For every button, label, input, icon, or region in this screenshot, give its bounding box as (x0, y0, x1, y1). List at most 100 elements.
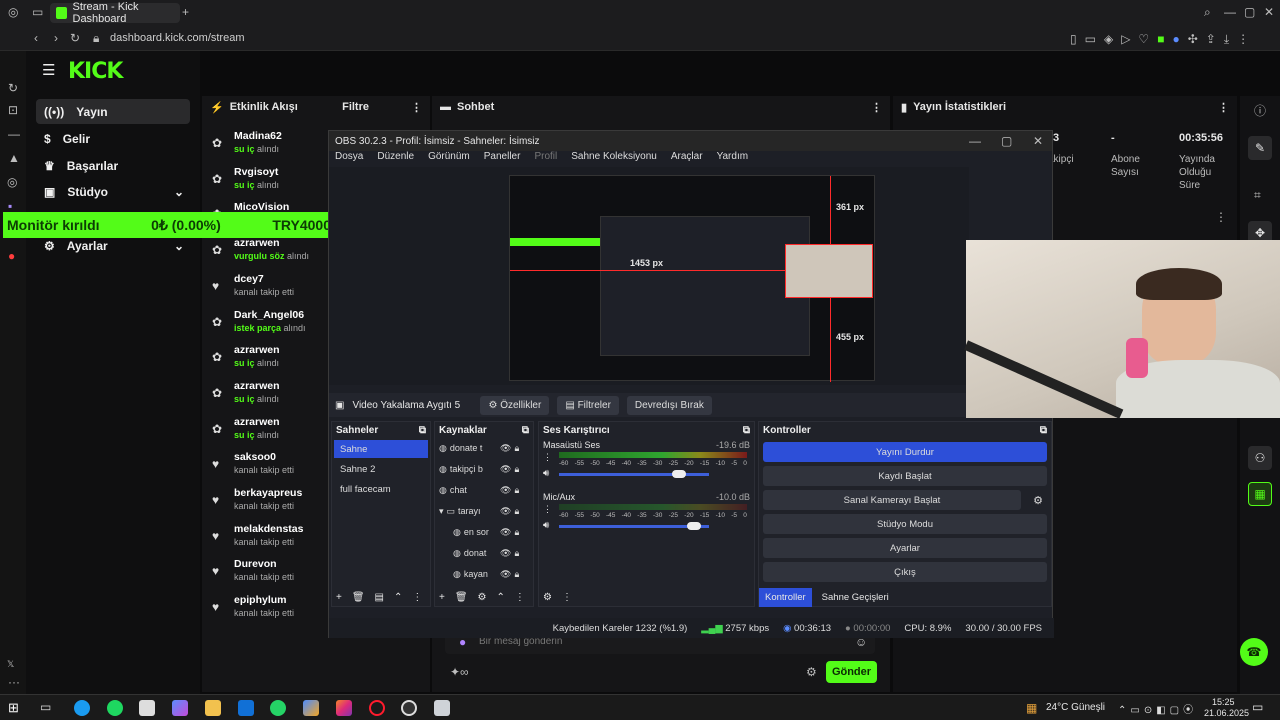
tray-icons[interactable]: ⌃▭⊙◧▢⦿ (1118, 701, 1197, 716)
source-item[interactable]: ◍ donat 👁︎ 🔒︎ (435, 543, 533, 564)
chevron-down-icon[interactable]: ▾ (439, 506, 444, 517)
activity-item[interactable]: ✿ azrarwen vurgulu söz alındı (210, 237, 330, 273)
activity-item[interactable]: ♥ Durevon kanalı takip etti (210, 558, 330, 594)
menu-dots-icon[interactable]: ⋮ (1237, 32, 1249, 46)
obs-menu-item[interactable]: Sahne Koleksiyonu (571, 151, 657, 167)
scene-item[interactable]: Sahne (334, 440, 428, 458)
clock-time[interactable]: 15:25 (1212, 697, 1235, 707)
obs-menu-item[interactable]: Görünüm (428, 151, 470, 167)
lock-icon[interactable]: 🔒︎ (514, 506, 519, 517)
edit-icon[interactable]: ✎ (1248, 136, 1272, 160)
gear-icon[interactable]: ⚙ (478, 592, 487, 603)
scene-item[interactable]: Sahne 2 (334, 460, 428, 478)
url-field[interactable]: dashboard.kick.com/stream (110, 32, 245, 44)
lock-icon[interactable]: 🔒︎ (514, 485, 519, 496)
play-icon[interactable]: ▷ (1121, 32, 1130, 46)
forward-icon[interactable]: › (54, 31, 58, 45)
lock-icon[interactable]: 🔒︎ (514, 569, 519, 580)
more-options-icon[interactable]: ⋮ (1215, 210, 1227, 224)
source-item[interactable]: ◍ kayan 👁︎ 🔒︎ (435, 564, 533, 585)
activity-item[interactable]: ♥ epiphylum kanalı takip etti (210, 594, 330, 630)
chat-tools-icon[interactable]: ✦∞ (450, 665, 469, 679)
minimize-icon[interactable]: — (969, 134, 981, 148)
eye-icon[interactable]: 👁︎ (500, 548, 511, 559)
activity-item[interactable]: ♥ melakdenstas kanalı takip etti (210, 523, 330, 559)
obs-taskbar-icon[interactable] (401, 700, 417, 716)
sidebar-item-basarilar[interactable]: ♛ Başarılar (36, 153, 190, 178)
sidebar-item-studyo[interactable]: ▣ Stüdyo ⌄ (36, 179, 190, 204)
deactivate-button[interactable]: Devredışı Bırak (626, 395, 712, 415)
store-icon[interactable] (139, 700, 155, 716)
eye-icon[interactable]: 👁︎ (500, 443, 511, 454)
reload-icon[interactable]: ↻ (70, 31, 80, 45)
volume-slider[interactable] (559, 522, 709, 530)
close-icon[interactable]: ✕ (1033, 134, 1043, 148)
extension-icon[interactable]: ● (1172, 32, 1179, 46)
volume-slider-handle[interactable] (672, 470, 686, 478)
volume-slider-handle[interactable] (687, 522, 701, 530)
activity-item[interactable]: ✿ azrarwen su iç alındı (210, 416, 330, 452)
source-item[interactable]: ◍ en sor 👁︎ 🔒︎ (435, 522, 533, 543)
source-item[interactable]: ◍ chat 👁︎ 🔒︎ (435, 480, 533, 501)
add-icon[interactable]: + (336, 592, 342, 603)
spotify-icon[interactable] (107, 700, 123, 716)
hamburger-menu-icon[interactable]: ☰ (42, 63, 55, 78)
activity-item[interactable]: ✿ Madina62 su iç alındı (210, 130, 330, 166)
add-icon[interactable]: + (439, 592, 445, 603)
kick-extension-icon[interactable]: ■ (1157, 32, 1164, 46)
share-icon[interactable]: ⇪ (1206, 32, 1216, 46)
obs-menu-item[interactable]: Dosya (335, 151, 363, 167)
control-button[interactable]: Ayarlar (763, 538, 1047, 558)
rail-nav-icon[interactable]: ▲ (8, 151, 20, 165)
bookmark-icon[interactable]: ▯ (1070, 32, 1077, 46)
rail-bag-icon[interactable]: ⊡ (8, 103, 18, 117)
more-icon[interactable]: ⋮ (562, 592, 572, 603)
control-button[interactable]: Stüdyo Modu (763, 514, 1047, 534)
filters-button[interactable]: ▤ Filtreler (557, 395, 619, 415)
activity-item[interactable]: ✿ azrarwen su iç alındı (210, 380, 330, 416)
lock-icon[interactable]: 🔒︎ (514, 527, 519, 538)
control-button[interactable]: Yayını Durdur (763, 442, 1047, 462)
weather-text[interactable]: 24°C Güneşli (1046, 702, 1105, 713)
activity-item[interactable]: ✿ azrarwen su iç alındı (210, 344, 330, 380)
clip-icon[interactable]: ▦ (1248, 482, 1272, 506)
rail-youtube-icon[interactable]: ● (8, 249, 15, 263)
close-icon[interactable]: ✕ (1264, 5, 1274, 19)
virtual-camera-settings-icon[interactable]: ⚙ (1033, 494, 1043, 507)
sidebar-item-gelir[interactable]: $ Gelir (36, 126, 190, 151)
channel-menu-icon[interactable]: ⋮ (543, 504, 552, 515)
obs-preview[interactable]: 361 px 1453 px 455 px (329, 167, 969, 385)
browser-logo-icon[interactable]: ◎ (8, 5, 18, 19)
clock-date[interactable]: 21.06.2025 (1204, 708, 1249, 718)
speaker-icon[interactable]: 🔊︎ (543, 468, 549, 479)
speaker-icon[interactable]: 🔊︎ (543, 520, 549, 531)
lock-icon[interactable]: 🔒︎ (514, 548, 519, 559)
info-icon[interactable]: ⓘ (1254, 104, 1266, 118)
rail-more-icon[interactable]: ··· (8, 675, 20, 689)
minimize-icon[interactable]: — (1224, 5, 1236, 19)
shield-icon[interactable]: ◈ (1104, 32, 1113, 46)
rail-twitch-icon[interactable]: ▪ (8, 199, 12, 213)
puzzle-icon[interactable]: ✣ (1188, 32, 1198, 46)
obs-menu-item[interactable]: Yardım (717, 151, 749, 167)
copilot-icon[interactable] (172, 700, 188, 716)
obs-menu-item[interactable]: Paneller (484, 151, 521, 167)
share-icon[interactable]: ⚇ (1248, 446, 1272, 470)
outlook-icon[interactable] (238, 700, 254, 716)
send-button[interactable]: Gönder (826, 661, 877, 683)
maximize-icon[interactable]: ▢ (1001, 134, 1012, 148)
trash-icon[interactable]: 🗑︎ (352, 592, 365, 603)
activity-item[interactable]: ♥ saksoo0 kanalı takip etti (210, 451, 330, 487)
more-options-icon[interactable]: ⋮ (871, 101, 882, 114)
support-icon[interactable]: ☎ (1240, 638, 1268, 666)
source-item[interactable]: ◍ donate t 👁︎ 🔒︎ (435, 438, 533, 459)
control-button[interactable]: Kaydı Başlat (763, 466, 1047, 486)
eye-icon[interactable]: 👁︎ (500, 506, 511, 517)
obs-menu-item[interactable]: Düzenle (377, 151, 414, 167)
opera-icon[interactable] (369, 700, 385, 716)
volume-slider[interactable] (559, 470, 709, 478)
eye-icon[interactable]: 👁︎ (500, 569, 511, 580)
channel-menu-icon[interactable]: ⋮ (543, 452, 552, 463)
up-icon[interactable]: ⌃ (394, 592, 402, 603)
folder-icon[interactable] (205, 700, 221, 716)
